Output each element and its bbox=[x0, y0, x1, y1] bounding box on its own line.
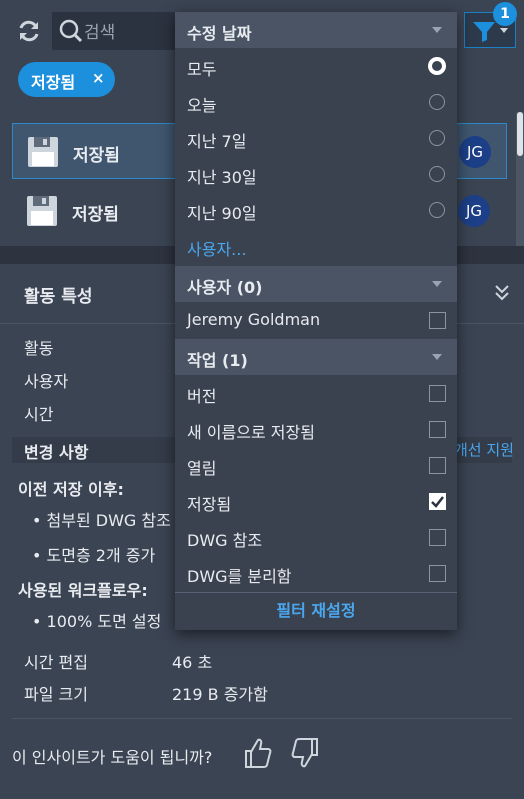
active-filter-chip[interactable]: 저장됨 × bbox=[18, 62, 115, 97]
history-item-label: 저장됨 bbox=[73, 146, 120, 166]
save-disk-icon bbox=[26, 195, 58, 227]
action-option[interactable]: 저장됨 bbox=[175, 484, 457, 520]
option-label: 저장됨 bbox=[187, 495, 232, 514]
date-section-header[interactable]: 수정 날짜 bbox=[175, 12, 457, 48]
user-section-title: 사용자 (0) bbox=[187, 278, 263, 297]
date-option-all[interactable]: 모두 bbox=[175, 49, 457, 85]
time-edit-value: 46 초 bbox=[172, 653, 213, 672]
workflow-title: 사용된 워크플로우: bbox=[18, 581, 148, 600]
details-title: 활동 특성 bbox=[24, 287, 93, 307]
file-size-label: 파일 크기 bbox=[24, 685, 88, 704]
date-option-90d[interactable]: 지난 90일 bbox=[175, 193, 457, 229]
checkbox[interactable] bbox=[429, 312, 446, 329]
radio[interactable] bbox=[429, 166, 445, 182]
radio[interactable] bbox=[429, 94, 445, 110]
option-label: 버전 bbox=[187, 387, 217, 406]
time-edit-label: 시간 편집 bbox=[24, 653, 88, 672]
radio[interactable] bbox=[429, 202, 445, 218]
option-label: 지난 30일 bbox=[187, 168, 257, 187]
radio[interactable] bbox=[429, 130, 445, 146]
chevron-down-icon bbox=[432, 354, 442, 360]
checkbox[interactable] bbox=[429, 385, 446, 402]
date-option-today[interactable]: 오늘 bbox=[175, 85, 457, 121]
detail-label-user: 사용자 bbox=[24, 372, 69, 391]
checkbox[interactable] bbox=[429, 421, 446, 438]
collapse-chevron-icon[interactable] bbox=[493, 282, 511, 304]
search-placeholder: 검색 bbox=[84, 23, 116, 43]
option-label: Jeremy Goldman bbox=[187, 310, 321, 329]
list-item: • 첨부된 DWG 참조 bbox=[32, 511, 171, 530]
support-link[interactable]: 개선 지원 bbox=[454, 439, 514, 460]
action-option[interactable]: 새 이름으로 저장됨 bbox=[175, 412, 457, 448]
action-option[interactable]: 열림 bbox=[175, 448, 457, 484]
changes-title: 변경 사항 bbox=[24, 443, 89, 462]
divider bbox=[175, 592, 457, 593]
option-label: 열림 bbox=[187, 459, 217, 478]
filter-dropdown: 수정 날짜 모두 오늘 지난 7일 지난 30일 지난 90일 사용자... 사… bbox=[175, 12, 457, 630]
refresh-icon[interactable] bbox=[16, 18, 42, 44]
save-disk-icon bbox=[27, 136, 59, 168]
scrollbar-thumb[interactable] bbox=[517, 112, 523, 156]
detail-label-time: 시간 bbox=[24, 405, 54, 424]
list-item: • 도면층 2개 증가 bbox=[32, 546, 156, 565]
date-option-30d[interactable]: 지난 30일 bbox=[175, 157, 457, 193]
user-section-header[interactable]: 사용자 (0) bbox=[175, 266, 457, 302]
avatar: JG bbox=[459, 136, 491, 168]
chip-close-icon[interactable]: × bbox=[92, 69, 105, 87]
option-label: 지난 7일 bbox=[187, 132, 247, 151]
list-item: • 100% 도면 설정 bbox=[32, 612, 162, 631]
action-section-title: 작업 (1) bbox=[187, 351, 248, 370]
divider bbox=[12, 718, 512, 719]
option-label: 오늘 bbox=[187, 96, 217, 115]
detail-label-activity: 활동 bbox=[24, 339, 54, 358]
checkbox[interactable] bbox=[429, 565, 446, 582]
chevron-down-icon bbox=[432, 27, 442, 33]
filter-count-badge: 1 bbox=[493, 2, 517, 26]
radio-selected[interactable] bbox=[428, 57, 446, 75]
option-label: DWG 참조 bbox=[187, 531, 263, 550]
date-section-title: 수정 날짜 bbox=[187, 24, 252, 43]
feedback-question: 이 인사이트가 도움이 됩니까? bbox=[12, 748, 213, 767]
option-label: 모두 bbox=[187, 60, 217, 79]
checkmark-icon bbox=[431, 496, 444, 508]
action-option[interactable]: 버전 bbox=[175, 376, 457, 412]
thumbs-down-icon[interactable] bbox=[290, 736, 320, 770]
search-icon bbox=[58, 18, 84, 44]
since-last-save-title: 이전 저장 이후: bbox=[18, 480, 124, 499]
thumbs-up-icon[interactable] bbox=[243, 736, 273, 770]
custom-range-label[interactable]: 사용자... bbox=[187, 236, 246, 260]
user-option[interactable]: Jeremy Goldman bbox=[175, 303, 457, 339]
custom-range-link[interactable]: 사용자... bbox=[175, 229, 457, 265]
option-label: DWG를 분리함 bbox=[187, 567, 292, 586]
option-label: 새 이름으로 저장됨 bbox=[187, 423, 315, 442]
action-section-header[interactable]: 작업 (1) bbox=[175, 339, 457, 375]
action-option[interactable]: DWG를 분리함 bbox=[175, 556, 457, 592]
checkbox-checked[interactable] bbox=[429, 493, 446, 510]
history-item-label: 저장됨 bbox=[72, 205, 119, 225]
action-option[interactable]: DWG 참조 bbox=[175, 520, 457, 556]
chip-label: 저장됨 bbox=[31, 73, 76, 92]
date-option-7d[interactable]: 지난 7일 bbox=[175, 121, 457, 157]
avatar: JG bbox=[458, 195, 490, 227]
file-size-value: 219 B 증가함 bbox=[172, 685, 268, 704]
checkbox[interactable] bbox=[429, 529, 446, 546]
checkbox[interactable] bbox=[429, 457, 446, 474]
reset-filters-button[interactable]: 필터 재설정 bbox=[175, 594, 457, 630]
chevron-down-icon bbox=[432, 281, 442, 287]
option-label: 지난 90일 bbox=[187, 204, 257, 223]
